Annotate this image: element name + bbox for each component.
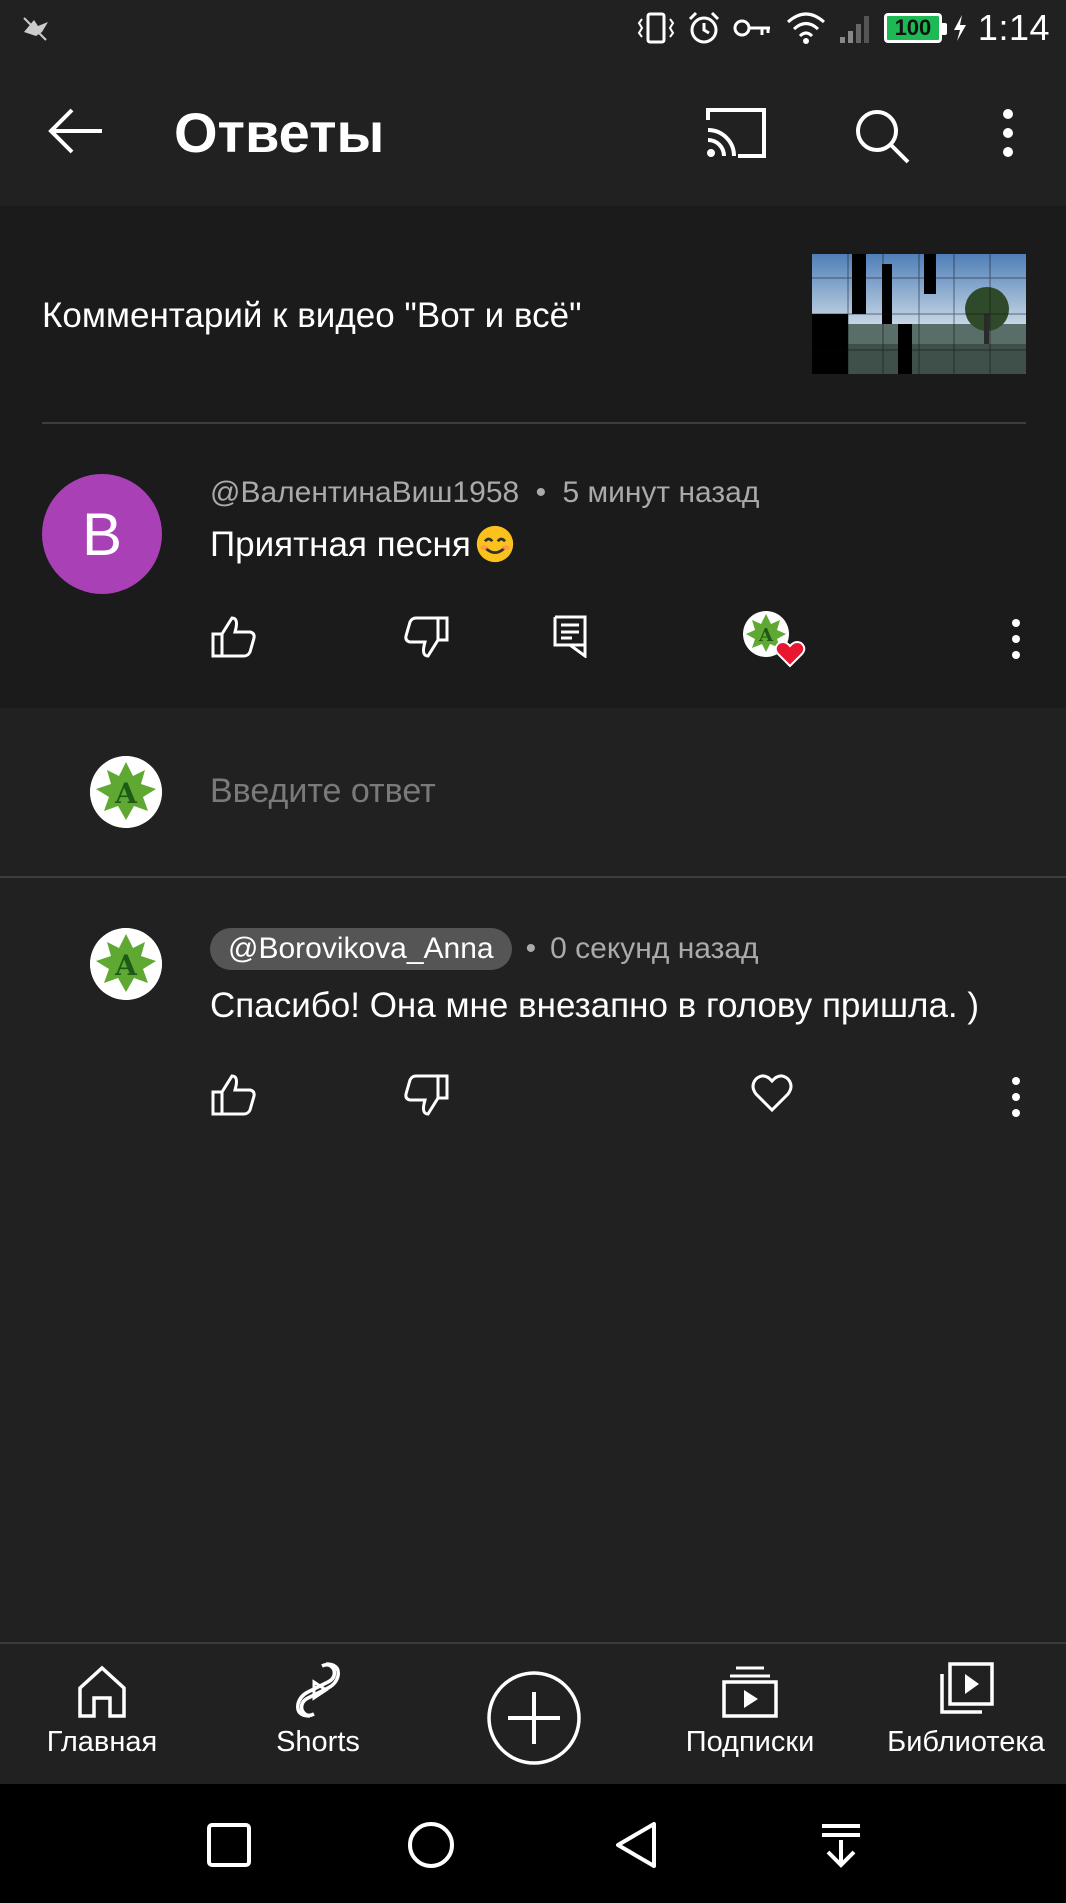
notification-pulldown-icon[interactable] <box>816 1820 866 1870</box>
divider <box>0 876 1066 878</box>
video-reference-label: Комментарий к видео "Вот и всё" <box>42 296 582 335</box>
reply-input-bar[interactable]: A Введите ответ <box>0 708 1066 878</box>
system-navigation <box>0 1784 1066 1903</box>
library-icon <box>940 1662 994 1714</box>
reply-time: 0 секунд назад <box>550 932 759 965</box>
subscriptions-icon <box>722 1666 778 1718</box>
back-arrow-icon[interactable] <box>46 104 106 158</box>
alarm-icon <box>688 11 719 44</box>
meta-separator: • <box>535 476 547 509</box>
charging-icon <box>953 15 966 41</box>
nav-shorts-label: Shorts <box>276 1726 360 1758</box>
nav-shorts[interactable]: Shorts <box>218 1658 418 1759</box>
heart-icon[interactable] <box>750 1072 794 1114</box>
more-vert-icon[interactable] <box>996 106 1020 160</box>
like-icon[interactable] <box>210 614 258 660</box>
comment-author[interactable]: @ВалентинаВиш1958 <box>210 476 519 509</box>
avatar[interactable]: В <box>42 474 162 594</box>
maple-leaf-avatar-icon: A <box>90 928 162 1000</box>
create-plus-icon[interactable] <box>486 1670 582 1766</box>
reply-comment: A @Borovikova_Anna • 0 секунд назад Спас… <box>0 880 1066 1180</box>
nav-home[interactable]: Главная <box>2 1658 202 1759</box>
creator-heart-badge: A <box>742 608 808 670</box>
bottom-navigation: Главная Shorts Подписки Библиотека <box>0 1642 1066 1784</box>
comment: В @ВалентинаВиш1958 • 5 минут назад Прия… <box>0 424 1066 708</box>
comment-text-content: Приятная песня <box>210 525 471 564</box>
dislike-icon[interactable] <box>402 614 450 660</box>
video-thumbnail[interactable] <box>812 254 1026 374</box>
reply-icon[interactable] <box>552 614 588 658</box>
key-icon <box>733 19 770 37</box>
reply-author-avatar[interactable]: A <box>90 928 162 1000</box>
back-triangle-icon[interactable] <box>612 1820 662 1870</box>
reply-text: Спасибо! Она мне внезапно в голову пришл… <box>210 986 980 1025</box>
svg-text:A: A <box>114 777 138 810</box>
current-user-avatar: A <box>90 756 162 828</box>
nav-library-label: Библиотека <box>887 1726 1045 1758</box>
reply-actions <box>0 1072 1066 1132</box>
status-bar: 100 1:14 <box>0 0 1066 56</box>
page-title: Ответы <box>174 101 385 164</box>
meta-separator: • <box>525 932 537 965</box>
home-circle-icon[interactable] <box>406 1820 456 1870</box>
nav-subscriptions-label: Подписки <box>685 1726 815 1758</box>
svg-text:A: A <box>114 949 138 982</box>
wifi-icon <box>786 12 825 44</box>
shorts-icon <box>296 1662 340 1718</box>
comment-text: Приятная песня <box>210 524 517 565</box>
creator-avatar-heart-icon: A <box>743 611 806 668</box>
dislike-icon[interactable] <box>402 1072 450 1118</box>
vibrate-icon <box>637 12 675 44</box>
nav-library[interactable]: Библиотека <box>866 1658 1066 1759</box>
app-header: Ответы <box>0 56 1066 206</box>
nav-subscriptions[interactable]: Подписки <box>650 1658 850 1759</box>
reply-meta: @Borovikova_Anna • 0 секунд назад <box>210 928 759 970</box>
video-reference[interactable]: Комментарий к видео "Вот и всё" <box>0 206 1066 424</box>
bird-notification-icon <box>23 17 48 41</box>
clock: 1:14 <box>977 7 1050 48</box>
comment-actions: A <box>0 611 1066 674</box>
maple-leaf-avatar-icon: A <box>90 756 162 828</box>
search-icon[interactable] <box>852 106 912 166</box>
smile-emoji-icon <box>476 525 514 563</box>
comment-meta: @ВалентинаВиш1958 • 5 минут назад <box>210 476 759 510</box>
nav-home-label: Главная <box>46 1726 158 1758</box>
cast-icon[interactable] <box>704 106 768 160</box>
comment-time: 5 минут назад <box>562 476 760 509</box>
comment-more-icon[interactable] <box>1010 618 1022 660</box>
battery-indicator: 100 <box>883 13 947 43</box>
svg-text:A: A <box>758 625 774 646</box>
reply-more-icon[interactable] <box>1010 1076 1022 1118</box>
reply-input[interactable]: Введите ответ <box>210 772 436 811</box>
home-icon <box>78 1665 126 1718</box>
recents-square-icon[interactable] <box>204 1820 254 1870</box>
like-icon[interactable] <box>210 1072 258 1118</box>
signal-icon <box>839 16 869 43</box>
reply-author-chip[interactable]: @Borovikova_Anna <box>210 928 512 970</box>
